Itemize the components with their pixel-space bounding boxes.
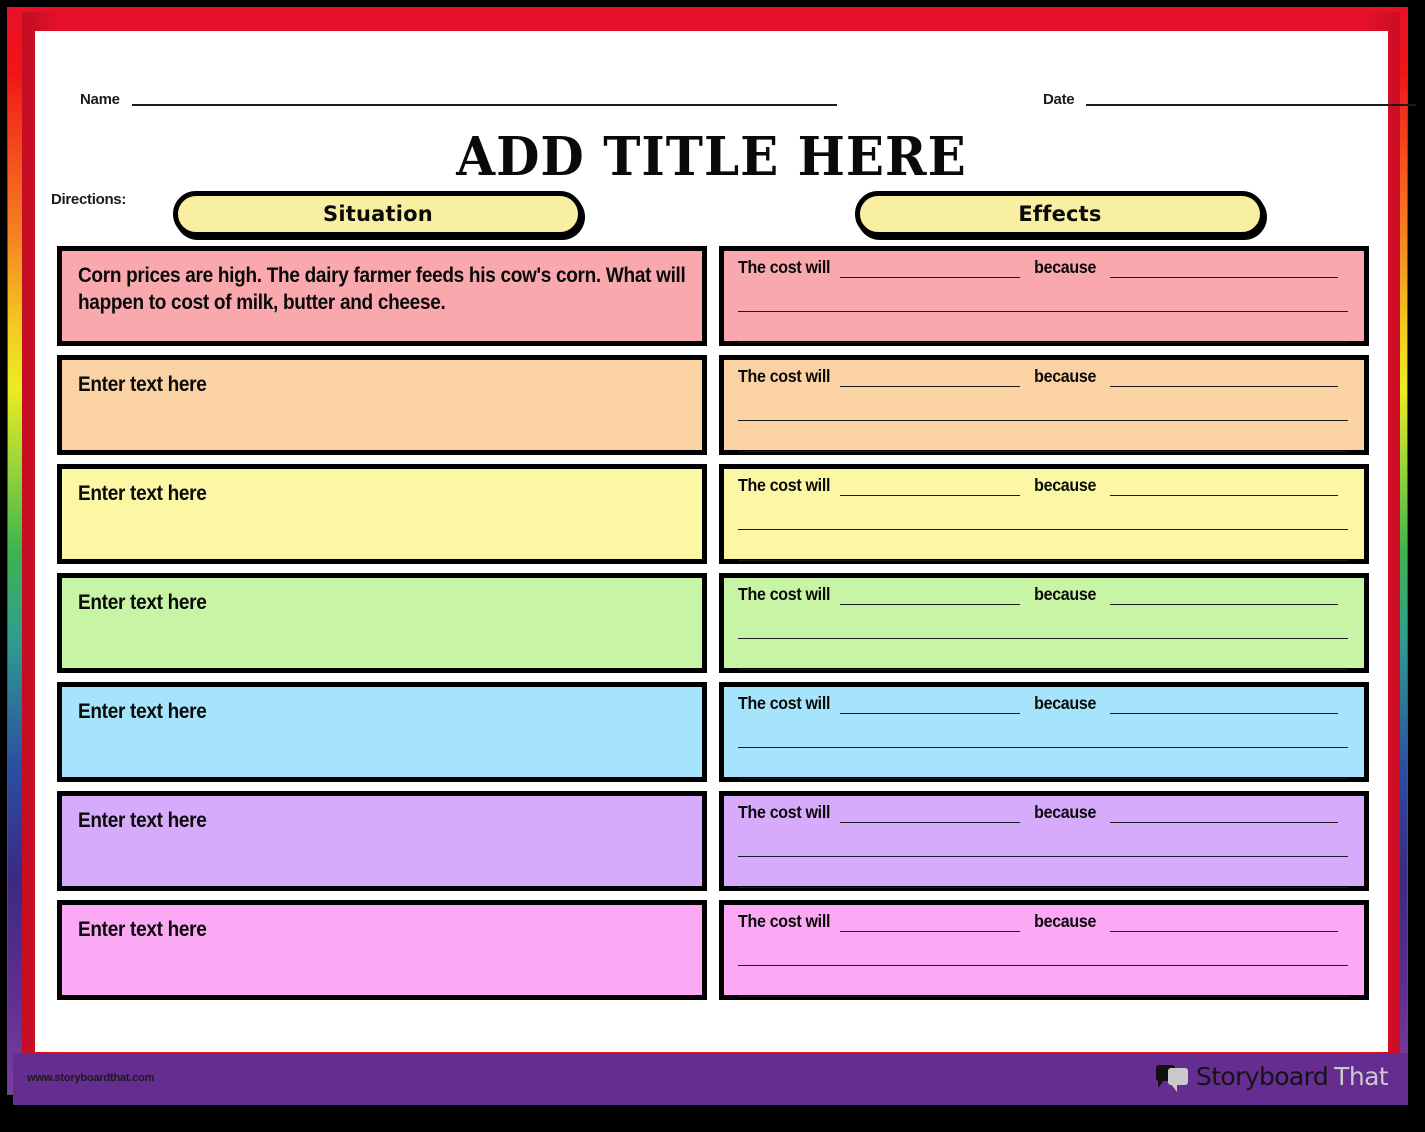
effects-sentence-starter: The cost will because — [738, 912, 1348, 935]
grid-row: Enter text here The cost will because — [57, 791, 1369, 891]
directions-label: Directions: — [51, 191, 127, 208]
effects-blank-1[interactable] — [840, 604, 1021, 605]
effects-prefix-label: The cost will — [738, 476, 831, 496]
effects-blank-2[interactable] — [1110, 604, 1339, 605]
effects-blank-1[interactable] — [840, 495, 1021, 496]
effects-conjunction-label: because — [1034, 912, 1097, 932]
effects-blank-1[interactable] — [840, 931, 1021, 932]
effects-conjunction-label: because — [1034, 258, 1097, 278]
effects-prefix-label: The cost will — [738, 803, 831, 823]
effects-sentence-starter: The cost will because — [738, 694, 1348, 717]
effects-writing-line-3[interactable] — [738, 887, 1348, 888]
date-field-row: Date — [1043, 91, 1417, 109]
grid-row: Enter text here The cost will because — [57, 682, 1369, 782]
effects-blank-1[interactable] — [840, 713, 1021, 714]
grid-row: Enter text here The cost will because — [57, 900, 1369, 1000]
name-label: Name — [80, 91, 120, 108]
situation-cell[interactable]: Enter text here — [57, 791, 707, 891]
grid-row: Enter text here The cost will because — [57, 355, 1369, 455]
effects-conjunction-label: because — [1034, 367, 1097, 387]
grid-row: Corn prices are high. The dairy farmer f… — [57, 246, 1369, 346]
effects-writing-line-2[interactable] — [738, 856, 1348, 857]
effects-blank-1[interactable] — [840, 386, 1021, 387]
date-label: Date — [1043, 91, 1075, 108]
effects-sentence-starter: The cost will because — [738, 476, 1348, 499]
effects-prefix-label: The cost will — [738, 585, 831, 605]
effects-writing-line-3[interactable] — [738, 778, 1348, 779]
effects-writing-line-3[interactable] — [738, 669, 1348, 670]
footer-website-url[interactable]: www.storyboardthat.com — [27, 1072, 154, 1084]
effects-writing-line-3[interactable] — [738, 342, 1348, 343]
effects-sentence-starter: The cost will because — [738, 803, 1348, 826]
situation-cell[interactable]: Enter text here — [57, 682, 707, 782]
effects-writing-line-2[interactable] — [738, 638, 1348, 639]
logo-word-storyboard: Storyboard — [1195, 1062, 1329, 1091]
effects-blank-2[interactable] — [1110, 386, 1339, 387]
effects-conjunction-label: because — [1034, 803, 1097, 823]
column-header-effects[interactable]: Effects — [855, 191, 1265, 237]
situation-cell[interactable]: Corn prices are high. The dairy farmer f… — [57, 246, 707, 346]
effects-conjunction-label: because — [1034, 476, 1097, 496]
effects-writing-line-2[interactable] — [738, 311, 1348, 312]
storyboardthat-logo[interactable]: Storyboard That — [1155, 1062, 1389, 1092]
effects-blank-2[interactable] — [1110, 822, 1339, 823]
logo-word-that: That — [1334, 1062, 1388, 1091]
situation-cell[interactable]: Enter text here — [57, 900, 707, 1000]
situation-text: Enter text here — [78, 809, 207, 833]
situation-text: Enter text here — [78, 591, 207, 615]
worksheet-sheet: Name Date ADD TITLE HERE Directions: Sit… — [35, 31, 1417, 1052]
effects-blank-2[interactable] — [1110, 495, 1339, 496]
situation-cell[interactable]: Enter text here — [57, 355, 707, 455]
column-header-situation[interactable]: Situation — [173, 191, 583, 237]
effects-prefix-label: The cost will — [738, 694, 831, 714]
effects-cell[interactable]: The cost will because — [719, 246, 1369, 346]
effects-sentence-starter: The cost will because — [738, 585, 1348, 608]
effects-cell[interactable]: The cost will because — [719, 900, 1369, 1000]
situation-text: Enter text here — [78, 918, 207, 942]
effects-writing-line-3[interactable] — [738, 451, 1348, 452]
column-header-situation-label: Situation — [323, 202, 433, 226]
effects-writing-line-2[interactable] — [738, 529, 1348, 530]
effects-writing-line-2[interactable] — [738, 420, 1348, 421]
effects-cell[interactable]: The cost will because — [719, 355, 1369, 455]
effects-cell[interactable]: The cost will because — [719, 464, 1369, 564]
situation-text: Enter text here — [78, 373, 207, 397]
situation-cell[interactable]: Enter text here — [57, 464, 707, 564]
effects-cell[interactable]: The cost will because — [719, 682, 1369, 782]
effects-writing-line-3[interactable] — [738, 560, 1348, 561]
effects-blank-2[interactable] — [1110, 713, 1339, 714]
effects-blank-1[interactable] — [840, 822, 1021, 823]
name-input-line[interactable] — [131, 104, 837, 106]
situation-text: Corn prices are high. The dairy farmer f… — [78, 264, 686, 315]
situation-text: Enter text here — [78, 700, 207, 724]
effects-cell[interactable]: The cost will because — [719, 573, 1369, 673]
effects-writing-line-2[interactable] — [738, 965, 1348, 966]
effects-prefix-label: The cost will — [738, 258, 831, 278]
effects-cell[interactable]: The cost will because — [719, 791, 1369, 891]
effects-conjunction-label: because — [1034, 694, 1097, 714]
effects-sentence-starter: The cost will because — [738, 258, 1348, 281]
speech-bubbles-icon — [1155, 1064, 1190, 1092]
name-field-row: Name — [80, 91, 837, 109]
footer-bar: www.storyboardthat.com Storyboard That — [13, 1053, 1408, 1105]
situation-cell[interactable]: Enter text here — [57, 573, 707, 673]
effects-blank-2[interactable] — [1110, 931, 1339, 932]
cause-effect-grid: Corn prices are high. The dairy farmer f… — [57, 246, 1369, 1009]
effects-conjunction-label: because — [1034, 585, 1097, 605]
effects-prefix-label: The cost will — [738, 367, 831, 387]
worksheet-page: Name Date ADD TITLE HERE Directions: Sit… — [0, 0, 1425, 1132]
page-title[interactable]: ADD TITLE HERE — [35, 125, 1388, 188]
effects-prefix-label: The cost will — [738, 912, 831, 932]
effects-writing-line-2[interactable] — [738, 747, 1348, 748]
effects-blank-1[interactable] — [840, 277, 1021, 278]
date-input-line[interactable] — [1086, 104, 1417, 106]
effects-writing-line-3[interactable] — [738, 996, 1348, 997]
effects-blank-2[interactable] — [1110, 277, 1339, 278]
grid-row: Enter text here The cost will because — [57, 464, 1369, 564]
grid-row: Enter text here The cost will because — [57, 573, 1369, 673]
column-header-effects-label: Effects — [1018, 202, 1102, 226]
situation-text: Enter text here — [78, 482, 207, 506]
effects-sentence-starter: The cost will because — [738, 367, 1348, 390]
